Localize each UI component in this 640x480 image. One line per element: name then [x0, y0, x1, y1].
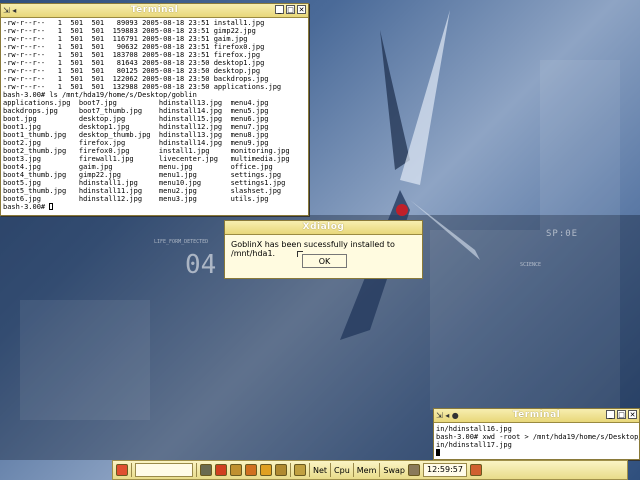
terminal-prompt-line: bash-3.00# — [3, 203, 306, 211]
close-icon[interactable]: ✕ — [297, 5, 306, 14]
terminal-line: -rw-r--r-- 1 501 501 132988 2005-08-18 2… — [3, 83, 282, 91]
taskbar-separator — [131, 463, 132, 477]
logout-icon[interactable] — [469, 464, 482, 476]
terminal-line: applications.jpg boot7.jpg hdinstall13.j… — [3, 99, 269, 107]
terminal-line: boot1.jpg desktop1.jpg hdinstall12.jpg m… — [3, 123, 269, 131]
xdialog-titlebar[interactable]: Xdialog — [225, 221, 422, 235]
terminal-output-top[interactable]: -rw-r--r-- 1 501 501 89093 2005-08-18 23… — [1, 18, 308, 212]
terminal-line: boot5_thumb.jpg hdinstall11.jpg menu2.jp… — [3, 187, 282, 195]
terminal-line: boot4_thumb.jpg gimp22.jpg menu1.jpg set… — [3, 171, 282, 179]
close-icon-bottom[interactable]: ✕ — [628, 410, 637, 419]
terminal-cursor — [436, 449, 440, 456]
terminal-line: boot1_thumb.jpg desktop_thumb.jpg hdinst… — [3, 131, 269, 139]
taskbar-separator — [379, 463, 381, 477]
swap-monitor[interactable]: Swap — [383, 466, 405, 475]
terminal-window-bottom[interactable]: ⇲ ◂ ● Terminal _ □ ✕ in/hdinstall16.jpg b… — [433, 408, 640, 460]
tray-icon[interactable] — [408, 464, 421, 476]
terminal-line: boot3.jpg firewall1.jpg livecenter.jpg m… — [3, 155, 290, 163]
taskbar-separator — [309, 463, 310, 477]
terminal-line: -rw-r--r-- 1 501 501 90632 2005-08-18 23… — [3, 43, 265, 51]
maximize-icon-bottom[interactable]: □ — [617, 410, 626, 419]
taskbar-separator — [196, 463, 197, 477]
wallpaper-text-lifeform: LIFE_FORM_DETECTED — [154, 239, 209, 245]
terminal-window-top[interactable]: ⇲ ◂ Terminal _ □ ✕ -rw-r--r-- 1 501 501 … — [0, 3, 309, 216]
terminal-line: -rw-r--r-- 1 501 501 183708 2005-08-18 2… — [3, 51, 261, 59]
terminal-title-bottom: Terminal — [512, 410, 561, 420]
terminal-title-top: Terminal — [130, 5, 179, 15]
window-menu-icon[interactable]: ⇲ ◂ — [3, 4, 16, 17]
taskbar: Net Cpu Mem Swap 12:59:57 — [112, 460, 628, 480]
terminal-line: -rw-r--r-- 1 501 501 159883 2005-08-18 2… — [3, 27, 256, 35]
terminal-line: boot.jpg desktop.jpg hdinstall15.jpg men… — [3, 115, 269, 123]
taskbar-separator — [290, 463, 291, 477]
cpu-monitor[interactable]: Cpu — [334, 466, 350, 475]
terminal-line: bash-3.00# ls /mnt/hda19/home/s/Desktop/… — [3, 91, 197, 99]
terminal-line: boot6.jpg hdinstall12.jpg menu3.jpg util… — [3, 195, 269, 203]
wallpaper-text-number: 04 — [185, 250, 217, 280]
file-manager-icon[interactable] — [230, 464, 242, 476]
terminal-line: boot2.jpg firefox.jpg hdinstall14.jpg me… — [3, 139, 269, 147]
terminal-line: backdrops.jpg boot7_thumb.jpg hdinstall1… — [3, 107, 269, 115]
terminal-launcher-icon[interactable] — [200, 464, 212, 476]
terminal-line: boot5.jpg hdinstall1.jpg menu10.jpg sett… — [3, 179, 286, 187]
terminal-prompt: bash-3.00# — [3, 203, 50, 211]
firefox-launcher-icon[interactable] — [215, 464, 227, 476]
terminal-line: boot2_thumb.jpg firefox0.jpg install1.jp… — [3, 147, 290, 155]
terminal-line: bash-3.00# xwd -root > /mnt/hda19/home/s… — [436, 433, 639, 441]
workspace-icon[interactable] — [294, 464, 306, 476]
terminal-line: -rw-r--r-- 1 501 501 116791 2005-08-18 2… — [3, 35, 248, 43]
wallpaper-text-science: SCIENCE — [520, 262, 542, 268]
settings-launcher-icon[interactable] — [260, 464, 272, 476]
window-menu-icon-bottom[interactable]: ⇲ ◂ ● — [436, 409, 459, 422]
terminal-line: boot4.jpg gaim.jpg menu.jpg office.jpg — [3, 163, 273, 171]
terminal-titlebar-top[interactable]: ⇲ ◂ Terminal _ □ ✕ — [1, 4, 308, 18]
terminal-titlebar-bottom[interactable]: ⇲ ◂ ● Terminal _ □ ✕ — [434, 409, 639, 423]
ok-button[interactable]: OK — [302, 254, 347, 268]
mem-monitor[interactable]: Mem — [357, 466, 377, 475]
minimize-icon-bottom[interactable]: _ — [606, 410, 615, 419]
terminal-output-bottom[interactable]: in/hdinstall16.jpg bash-3.00# xwd -root >… — [434, 423, 639, 458]
media-launcher-icon[interactable] — [275, 464, 287, 476]
taskbar-separator — [330, 463, 332, 477]
terminal-cursor — [49, 203, 54, 210]
run-command-input[interactable] — [135, 463, 193, 477]
editor-launcher-icon[interactable] — [245, 464, 257, 476]
minimize-icon[interactable]: _ — [275, 5, 284, 14]
xdialog-title: Xdialog — [302, 222, 345, 232]
taskbar-separator — [352, 463, 354, 477]
clock[interactable]: 12:59:57 — [423, 463, 467, 477]
wallpaper-text-sp: SP:0E — [546, 229, 579, 239]
xdialog-window[interactable]: Xdialog GoblinX has been sucessfully ins… — [224, 220, 423, 279]
terminal-line: -rw-r--r-- 1 501 501 122062 2005-08-18 2… — [3, 75, 269, 83]
terminal-line: in/hdinstall16.jpg — [436, 425, 512, 433]
terminal-line: -rw-r--r-- 1 501 501 80125 2005-08-18 23… — [3, 67, 261, 75]
terminal-prompt-line — [436, 449, 637, 457]
net-monitor[interactable]: Net — [313, 466, 327, 475]
terminal-line: -rw-r--r-- 1 501 501 81643 2005-08-18 23… — [3, 59, 265, 67]
terminal-line: in/hdinstall17.jpg — [436, 441, 512, 449]
wallpaper-spikes — [340, 10, 480, 340]
terminal-line: -rw-r--r-- 1 501 501 89093 2005-08-18 23… — [3, 19, 265, 27]
start-menu-icon[interactable] — [116, 464, 128, 476]
maximize-icon[interactable]: □ — [286, 5, 295, 14]
